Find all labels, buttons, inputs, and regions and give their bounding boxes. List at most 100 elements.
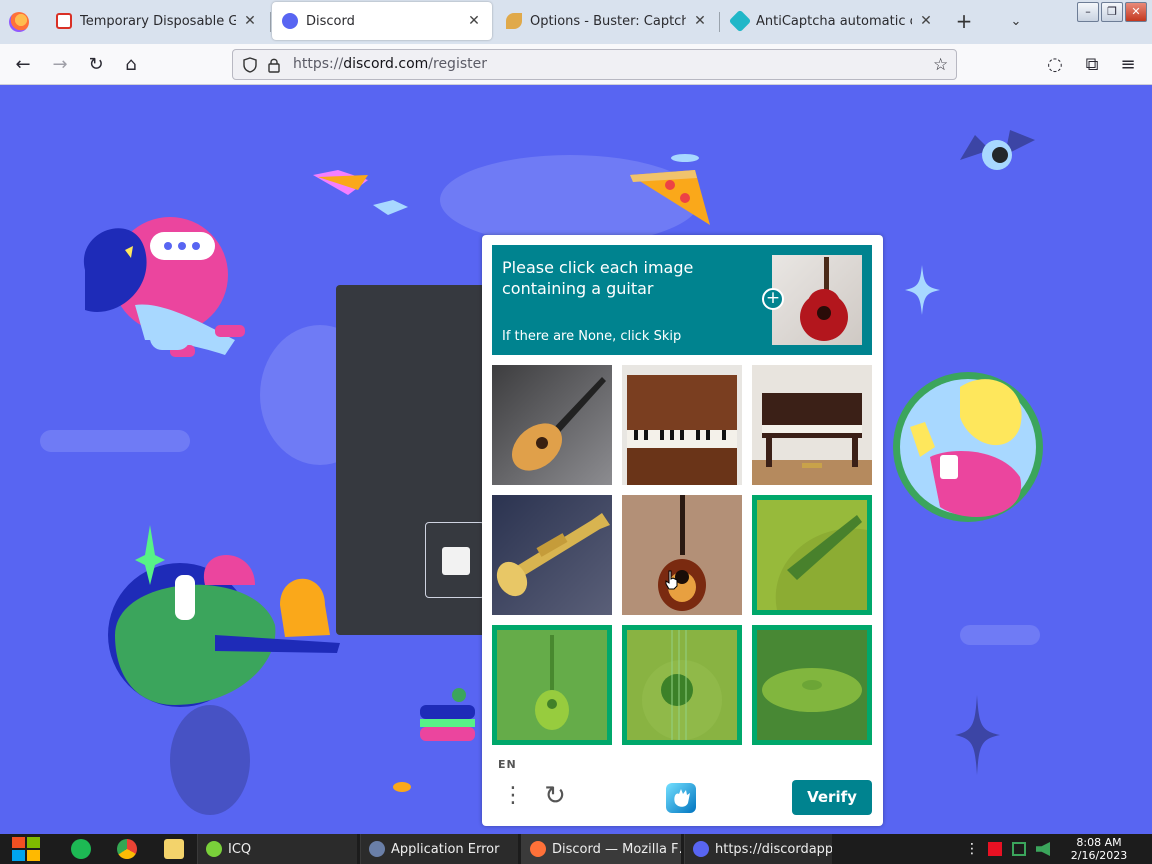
piano-picture <box>627 375 737 485</box>
windows-taskbar: ICQ Application Error Discord — Mozilla … <box>0 834 1152 864</box>
pocket-icon[interactable]: ◌ <box>1042 52 1068 78</box>
anticaptcha-icon <box>728 9 752 33</box>
tab-label: Discord <box>306 13 355 29</box>
reload-button[interactable]: ↻ <box>83 52 109 78</box>
extensions-icon[interactable]: ⧉ <box>1079 52 1105 78</box>
hcaptcha-challenge: Please click each image containing a gui… <box>482 235 883 826</box>
file-explorer-icon[interactable] <box>164 839 184 859</box>
selection-overlay <box>757 630 867 740</box>
hcaptcha-checkbox[interactable] <box>442 547 470 575</box>
list-all-tabs-button[interactable]: ⌄ <box>1004 10 1028 34</box>
close-window-button[interactable]: ✕ <box>1125 2 1147 22</box>
taskbar-item-discord-firefox[interactable]: Discord — Mozilla F… <box>521 834 681 864</box>
orange-bean-illustration <box>393 782 411 792</box>
app-menu-icon[interactable]: ≡ <box>1115 52 1141 78</box>
taskbar-clock[interactable]: 8:08 AM 2/16/2023 <box>1060 836 1138 862</box>
background-cloud <box>40 430 190 452</box>
sandwich-illustration <box>420 688 475 741</box>
action-center-flag-icon[interactable] <box>988 842 1002 856</box>
url-text: https://discord.com/register <box>293 56 487 72</box>
icq-icon <box>206 841 222 857</box>
tab-label: AntiCaptcha automatic captcha … <box>756 13 912 29</box>
flying-creature-illustration <box>960 130 1035 170</box>
challenge-prompt: Please click each image containing a gui… <box>492 245 872 355</box>
new-tab-button[interactable]: + <box>952 10 976 34</box>
challenge-tile-guitar-closeup[interactable] <box>752 495 872 615</box>
challenge-image-grid <box>492 365 872 745</box>
tab-buster-options[interactable]: Options - Buster: Captcha Sol… ✕ <box>496 2 718 40</box>
url-host: discord.com <box>343 56 429 72</box>
buster-solver-icon[interactable] <box>666 783 696 813</box>
gmail-icon <box>56 13 72 29</box>
trumpet-picture <box>496 513 610 597</box>
tab-label: Temporary Disposable Gmail | … <box>80 13 236 29</box>
challenge-prompt-text: Please click each image containing a gui… <box>502 258 694 298</box>
bookmark-star-icon[interactable]: ☆ <box>933 55 948 75</box>
selection-overlay <box>627 630 737 740</box>
taskbar-item-discordapp[interactable]: https://discordapp.c… <box>684 834 832 864</box>
forward-button[interactable]: → <box>47 52 73 78</box>
challenge-tile-sunburst-guitar[interactable] <box>622 495 742 615</box>
tab-separator <box>270 12 271 32</box>
close-tab-icon[interactable]: ✕ <box>918 13 934 29</box>
start-button-windows-icon[interactable] <box>8 835 44 863</box>
taskbar-item-label: https://discordapp.c… <box>715 841 832 857</box>
close-tab-icon[interactable]: ✕ <box>692 13 708 29</box>
girl-with-phone-illustration <box>83 217 245 357</box>
challenge-tile-guitar-soundhole[interactable] <box>622 625 742 745</box>
sparkle-illustration <box>905 265 940 315</box>
browser-tab-bar: Temporary Disposable Gmail | … ✕ Discord… <box>0 0 1152 44</box>
guitar-example-picture <box>800 257 848 341</box>
challenge-skip-hint: If there are None, click Skip <box>502 329 682 344</box>
more-options-icon[interactable]: ⋮ <box>502 781 524 811</box>
selection-overlay <box>497 630 607 740</box>
background-cloud <box>170 705 250 815</box>
close-tab-icon[interactable]: ✕ <box>242 13 258 29</box>
discord-register-page: Please click each image containing a gui… <box>0 85 1152 834</box>
waving-character-illustration <box>893 372 1043 522</box>
close-tab-icon[interactable]: ✕ <box>466 13 482 29</box>
challenge-tile-dark-piano[interactable] <box>752 365 872 485</box>
taskbar-item-label: Application Error <box>391 841 500 857</box>
network-icon[interactable] <box>1012 842 1026 856</box>
taskbar-item-icq[interactable]: ICQ <box>197 834 357 864</box>
volume-icon[interactable] <box>1036 842 1050 856</box>
tray-overflow-icon[interactable]: ⋮ <box>965 842 979 856</box>
tab-temporary-gmail[interactable]: Temporary Disposable Gmail | … ✕ <box>46 2 268 40</box>
hand-icon <box>674 789 690 807</box>
minimize-button[interactable]: – <box>1077 2 1099 22</box>
example-guitar-image[interactable] <box>772 255 862 345</box>
challenge-tile-yellow-guitar[interactable] <box>492 625 612 745</box>
tab-anticaptcha[interactable]: AntiCaptcha automatic captcha … ✕ <box>722 2 944 40</box>
language-selector[interactable]: EN <box>498 758 517 771</box>
hand-pointer-cursor-icon <box>665 570 678 590</box>
challenge-tile-cymbal[interactable] <box>752 625 872 745</box>
tab-separator <box>719 12 720 32</box>
restore-button[interactable]: ❐ <box>1101 2 1123 22</box>
taskbar-item-application-error[interactable]: Application Error <box>360 834 518 864</box>
chrome-icon[interactable] <box>117 839 137 859</box>
lock-icon[interactable] <box>267 57 281 73</box>
plus-icon: + <box>762 288 784 310</box>
discord-icon <box>282 13 298 29</box>
verify-button[interactable]: Verify <box>792 780 872 815</box>
background-cloud <box>960 625 1040 645</box>
taskbar-item-label: ICQ <box>228 841 252 857</box>
discord-icon <box>693 841 709 857</box>
tracking-protection-shield-icon[interactable] <box>243 57 257 73</box>
back-button[interactable]: ← <box>10 52 36 78</box>
spotify-icon[interactable] <box>71 839 91 859</box>
navigation-toolbar: ← → ↻ ⌂ https://discord.com/register ☆ ◌… <box>0 44 1152 85</box>
challenge-tile-trumpet[interactable] <box>492 495 612 615</box>
challenge-tile-acoustic-guitar[interactable] <box>492 365 612 485</box>
tab-discord[interactable]: Discord ✕ <box>272 2 492 40</box>
challenge-tile-piano[interactable] <box>622 365 742 485</box>
clock-time: 8:08 AM <box>1076 836 1122 849</box>
flying-books-illustration <box>313 170 408 215</box>
refresh-challenge-icon[interactable]: ↻ <box>540 781 570 811</box>
firefox-icon[interactable] <box>9 12 29 32</box>
sparkle-illustration <box>955 695 1000 775</box>
home-button[interactable]: ⌂ <box>118 52 144 78</box>
url-bar[interactable]: https://discord.com/register ☆ <box>232 49 957 80</box>
url-scheme: https:// <box>293 56 344 72</box>
